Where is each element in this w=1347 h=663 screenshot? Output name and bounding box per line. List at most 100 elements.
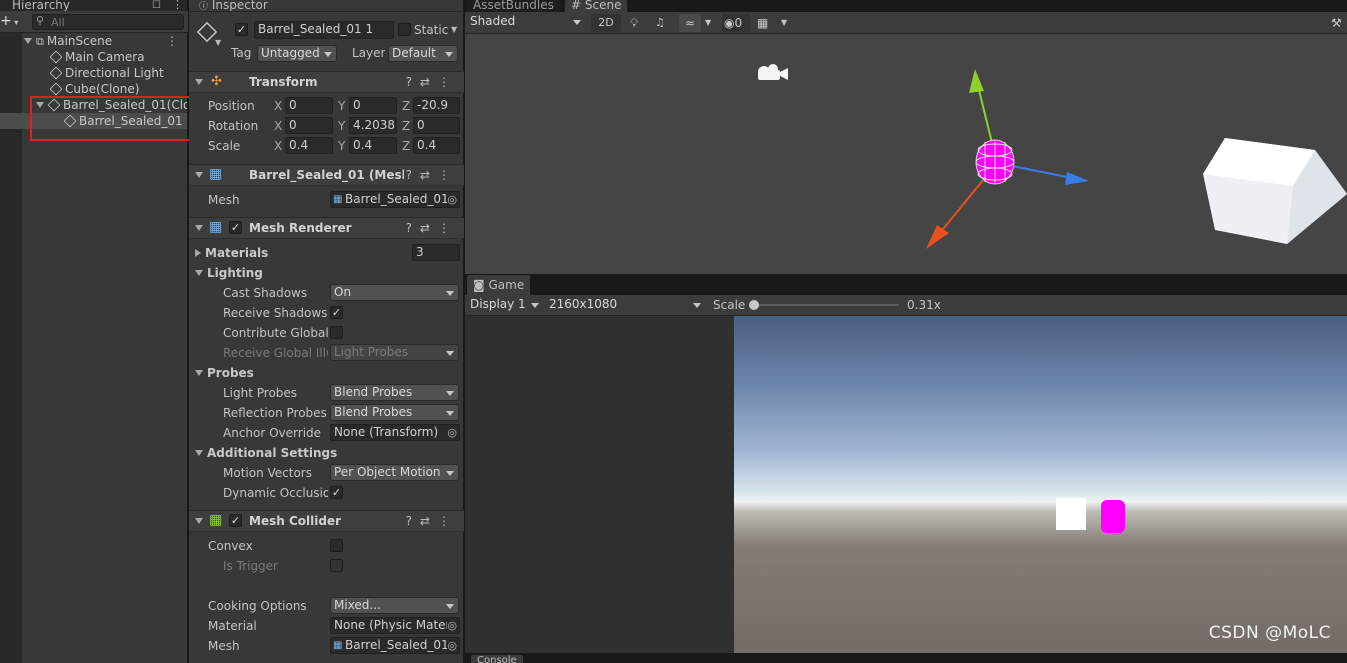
fold-arrow-icon [195, 249, 201, 257]
list-item-main-camera[interactable]: Main Camera [50, 49, 184, 65]
display-dropdown[interactable]: Display 1 [467, 297, 543, 314]
tab-hierarchy[interactable]: Hierarchy [6, 0, 77, 11]
layer-dropdown[interactable]: Default [388, 45, 458, 62]
component-header-icons[interactable]: ?⇄⋮ [406, 514, 458, 528]
console-tab-label: Console [477, 655, 517, 663]
scale-slider-handle[interactable] [749, 300, 759, 310]
additional-settings-label: Additional Settings [207, 446, 338, 460]
scale-slider[interactable] [749, 300, 899, 310]
transform-header[interactable]: ✣ Transform ?⇄⋮ [189, 71, 464, 93]
shading-mode-dropdown[interactable]: Shaded [467, 14, 585, 31]
object-picker-icon[interactable]: ◎ [447, 192, 457, 207]
object-picker-icon[interactable]: ◎ [447, 425, 457, 440]
layer-label: Layer [352, 46, 386, 60]
reflection-probes-dropdown[interactable]: Blend Probes [330, 404, 459, 421]
tab-scene[interactable]: # Scene [565, 0, 628, 12]
object-picker-icon[interactable]: ◎ [447, 638, 457, 653]
mesh-renderer-enabled-toggle[interactable]: ✓ [229, 221, 242, 234]
add-object-button[interactable]: + ▾ [0, 13, 18, 29]
scale-x-field[interactable]: 0.4 [285, 137, 333, 154]
collider-mesh-value: Barrel_Sealed_01 [345, 638, 449, 652]
tab-game[interactable]: ◙ Game [467, 275, 531, 295]
rotation-x-field[interactable]: 0 [285, 117, 333, 134]
component-header-icons[interactable]: ?⇄⋮ [406, 75, 458, 89]
cube-object [1203, 138, 1347, 244]
grid-toggle-icon[interactable]: ▦ [757, 14, 768, 32]
game-viewport[interactable]: CSDN @MoLC [465, 316, 1347, 653]
tag-dropdown[interactable]: Untagged [257, 45, 337, 62]
mesh-collider-header[interactable]: ▦ ✓ Mesh Collider ?⇄⋮ [189, 510, 464, 532]
axis-x-label: X [274, 99, 283, 113]
probes-foldout[interactable]: Probes [195, 366, 254, 380]
tab-console[interactable]: Console [471, 655, 523, 663]
dynamic-occlusion-checkbox[interactable]: ✓ [330, 486, 343, 499]
lighting-foldout[interactable]: Lighting [195, 266, 263, 280]
static-label: Static [414, 23, 449, 37]
watermark-text: CSDN @MoLC [1208, 623, 1331, 643]
more-menu-icon[interactable]: ⋮ [172, 0, 183, 11]
contribute-gi-checkbox[interactable] [330, 326, 343, 339]
more-menu-icon[interactable]: ⋮ [166, 33, 178, 49]
materials-foldout[interactable]: Materials [195, 246, 268, 260]
position-z-field[interactable]: -20.9 [413, 97, 460, 114]
search-input[interactable] [51, 15, 179, 29]
cast-shadows-dropdown[interactable]: On [330, 284, 459, 301]
list-item-mainscene[interactable]: ⧉ MainScene ⋮ [24, 33, 184, 49]
anchor-override-field[interactable]: None (Transform) ◎ [330, 424, 460, 441]
rotation-z-field[interactable]: 0 [413, 117, 460, 134]
materials-count-field[interactable]: 3 [412, 244, 460, 261]
selection-highlight-box [30, 96, 195, 141]
toggle-2d-button[interactable]: 2D [591, 14, 621, 32]
cooking-options-dropdown[interactable]: Mixed... [330, 597, 459, 614]
component-header-icons[interactable]: ?⇄⋮ [406, 221, 458, 235]
object-name-field[interactable]: Barrel_Sealed_01 1 [254, 21, 394, 39]
grid-dropdown-arrow[interactable]: ▼ [781, 14, 787, 32]
transform-icon: ✣ [211, 74, 222, 89]
scale-z-field[interactable]: 0.4 [413, 137, 460, 154]
additional-settings-foldout[interactable]: Additional Settings [195, 446, 337, 460]
tab-assetbundles[interactable]: AssetBundles [467, 0, 560, 12]
motion-vectors-dropdown[interactable]: Per Object Motion [330, 464, 459, 481]
hidden-objects-toggle[interactable]: ◉0 [722, 14, 750, 32]
collider-mesh-field[interactable]: ▦ Barrel_Sealed_01 ◎ [330, 637, 460, 654]
mesh-collider-enabled-toggle[interactable]: ✓ [229, 514, 242, 527]
hierarchy-toolbar: + ▾ ⚲ [0, 11, 188, 33]
rotation-y-field[interactable]: 4.2038 [349, 117, 397, 134]
lighting-label: Lighting [207, 266, 263, 280]
resolution-dropdown[interactable]: 2160x1080 [546, 297, 705, 314]
reflection-probes-label: Reflection Probes [223, 406, 327, 420]
static-dropdown-arrow[interactable]: ▼ [451, 25, 457, 34]
object-picker-icon[interactable]: ◎ [447, 618, 457, 633]
list-item-directional-light[interactable]: Directional Light [50, 65, 184, 81]
tools-icon[interactable]: ⚒ [1331, 14, 1342, 32]
convex-checkbox[interactable] [330, 539, 343, 552]
effects-toggle-icon[interactable]: ≈ [679, 14, 701, 32]
chevron-down-icon[interactable]: ▼ [215, 38, 221, 47]
receive-shadows-checkbox[interactable]: ✓ [330, 306, 343, 319]
axis-y-label: Y [338, 99, 346, 113]
mesh-object-field[interactable]: ▦ Barrel_Sealed_01 ◎ [330, 191, 460, 208]
position-y-field[interactable]: 0 [349, 97, 397, 114]
mesh-filter-header[interactable]: ▦ Barrel_Sealed_01 (Mesh F ?⇄⋮ [189, 164, 464, 186]
audio-toggle-icon[interactable]: ♫ [655, 14, 665, 32]
light-probes-dropdown[interactable]: Blend Probes [330, 384, 459, 401]
lighting-toggle-icon[interactable]: 💡︎ [630, 14, 638, 32]
physic-material-field[interactable]: None (Physic Materi ◎ [330, 617, 460, 634]
fold-arrow-icon [195, 270, 203, 276]
material-label: Material [208, 619, 257, 633]
tab-inspector[interactable]: ⓘ Inspector [193, 0, 274, 12]
mesh-renderer-header[interactable]: ▦ ✓ Mesh Renderer ?⇄⋮ [189, 217, 464, 239]
active-toggle[interactable]: ✓ [235, 23, 248, 36]
scale-label: Scale [208, 139, 241, 153]
position-x-field[interactable]: 0 [285, 97, 333, 114]
scale-value: 0.31x [907, 298, 941, 312]
scale-y-field[interactable]: 0.4 [349, 137, 397, 154]
scene-viewport[interactable] [465, 34, 1347, 274]
list-item-cube-clone[interactable]: Cube(Clone) [50, 81, 184, 97]
component-header-icons[interactable]: ?⇄⋮ [406, 168, 458, 182]
lock-icon[interactable]: ☐ [152, 0, 161, 11]
item-label: Main Camera [65, 50, 145, 64]
effects-dropdown-arrow[interactable]: ▼ [705, 14, 711, 32]
hierarchy-search[interactable]: ⚲ [32, 14, 184, 30]
static-toggle[interactable] [398, 23, 411, 36]
